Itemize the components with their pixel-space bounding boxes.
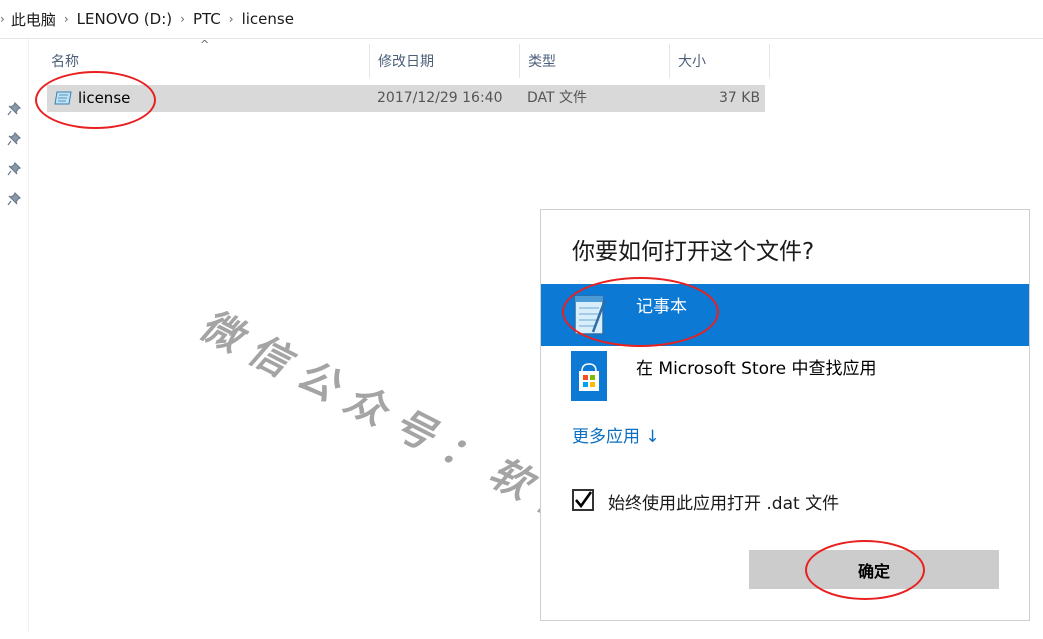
breadcrumb-item-this-pc[interactable]: 此电脑 bbox=[11, 9, 56, 30]
chevron-right-icon: › bbox=[180, 12, 185, 26]
dialog-title: 你要如何打开这个文件? bbox=[572, 239, 815, 265]
dat-file-icon bbox=[54, 91, 72, 105]
column-header-modified[interactable]: 修改日期 bbox=[370, 44, 520, 78]
file-type: DAT 文件 bbox=[527, 90, 588, 106]
file-name[interactable]: license bbox=[78, 85, 130, 112]
breadcrumb[interactable]: › 此电脑 › LENOVO (D:) › PTC › license bbox=[0, 0, 1043, 39]
more-apps-link[interactable]: 更多应用 ↓ bbox=[572, 422, 660, 447]
file-size: 37 KB bbox=[719, 90, 761, 106]
breadcrumb-item-ptc[interactable]: PTC bbox=[193, 10, 221, 28]
navigation-pane bbox=[0, 39, 29, 632]
column-header-label: 名称 bbox=[51, 54, 79, 70]
always-use-label: 始终使用此应用打开 .dat 文件 bbox=[608, 494, 840, 514]
app-label: 记事本 bbox=[636, 297, 687, 317]
column-header-label: 修改日期 bbox=[378, 54, 434, 70]
column-header-name[interactable]: 名称 bbox=[43, 44, 370, 78]
column-header-label: 类型 bbox=[528, 54, 556, 70]
pin-icon[interactable] bbox=[7, 132, 21, 146]
app-item-store[interactable]: 在 Microsoft Store 中查找应用 bbox=[541, 346, 1029, 408]
column-header-label: 大小 bbox=[678, 54, 706, 70]
pin-icon[interactable] bbox=[7, 192, 21, 206]
app-item-notepad[interactable]: 记事本 bbox=[541, 284, 1029, 346]
breadcrumb-item-drive[interactable]: LENOVO (D:) bbox=[77, 10, 172, 28]
checkmark-icon bbox=[575, 491, 592, 509]
chevron-right-icon: › bbox=[63, 12, 69, 26]
chevron-right-icon: › bbox=[0, 12, 5, 26]
breadcrumb-item-license[interactable]: license bbox=[242, 10, 294, 28]
store-icon bbox=[571, 351, 607, 401]
column-header-size[interactable]: 大小 bbox=[670, 44, 770, 78]
notepad-icon bbox=[574, 295, 607, 335]
pin-icon[interactable] bbox=[7, 162, 21, 176]
chevron-right-icon: › bbox=[228, 12, 234, 26]
always-use-checkbox[interactable] bbox=[572, 489, 594, 511]
column-header-type[interactable]: 类型 bbox=[520, 44, 670, 78]
file-modified: 2017/12/29 16:40 bbox=[377, 90, 503, 106]
file-row[interactable]: license 2017/12/29 16:40 DAT 文件 37 KB bbox=[47, 85, 765, 112]
open-with-dialog: 你要如何打开这个文件? 记事本 在 Microsoft Store 中查找应用 bbox=[540, 209, 1030, 621]
pin-icon[interactable] bbox=[7, 102, 21, 116]
ok-button[interactable]: 确定 bbox=[749, 550, 999, 589]
app-label: 在 Microsoft Store 中查找应用 bbox=[636, 359, 877, 379]
